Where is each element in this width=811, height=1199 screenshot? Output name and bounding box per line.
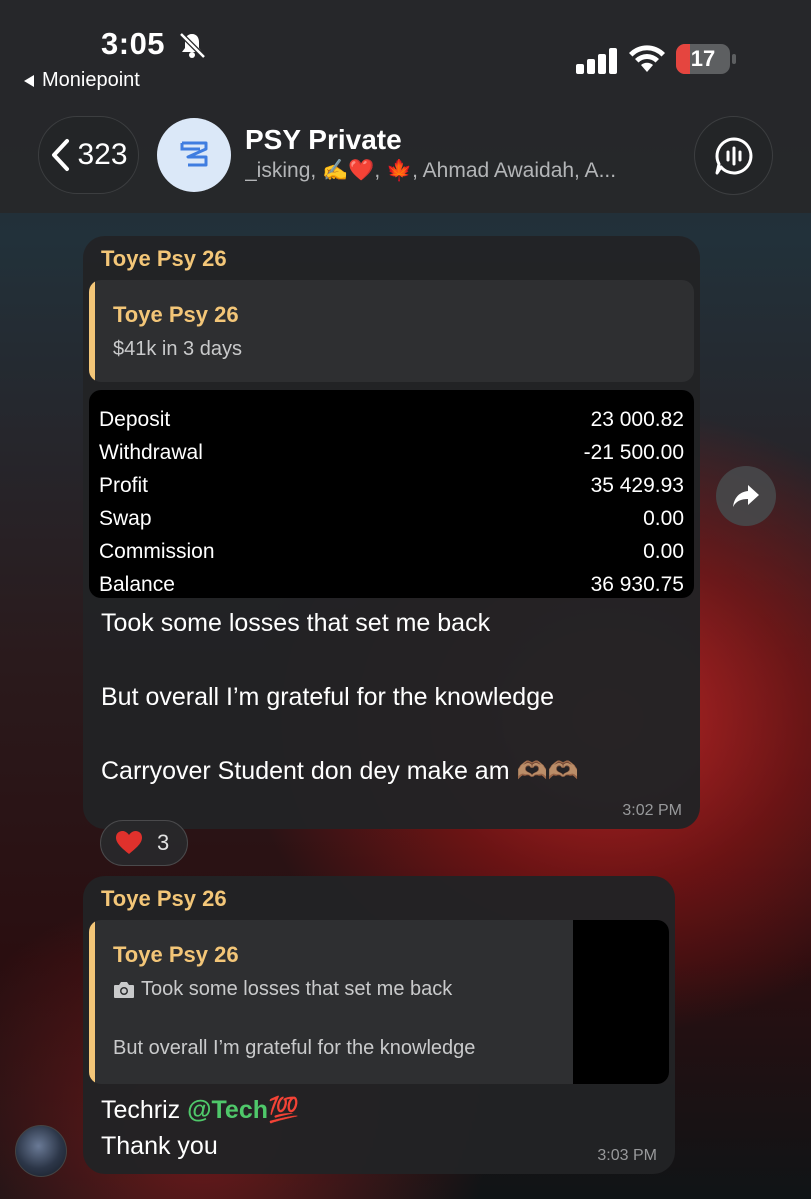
forward-icon <box>733 485 759 507</box>
mention-link[interactable]: @Tech <box>187 1096 268 1124</box>
stat-value: 0.00 <box>643 540 684 563</box>
stat-row: Deposit 23 000.82 <box>99 408 684 441</box>
stat-label: Swap <box>99 507 152 530</box>
camera-icon <box>114 981 134 998</box>
status-time: 3:05 <box>101 26 166 61</box>
unread-count: 323 <box>77 138 128 171</box>
message-time: 3:03 PM <box>597 1147 657 1164</box>
message-text: But overall I’m grateful for the knowled… <box>101 683 555 711</box>
group-avatar-icon <box>180 141 208 167</box>
back-app-label: Moniepoint <box>42 69 140 91</box>
sender-name[interactable]: Toye Psy 26 <box>101 886 227 912</box>
battery-level: 17 <box>690 46 716 71</box>
reply-sender: Toye Psy 26 <box>113 302 239 327</box>
reply-thumbnail <box>573 920 669 1084</box>
sender-avatar[interactable] <box>15 1125 67 1177</box>
back-button[interactable]: 323 <box>38 116 139 194</box>
forward-button[interactable] <box>716 466 776 526</box>
photo-attachment[interactable]: Deposit 23 000.82 Withdrawal -21 500.00 Pr… <box>89 390 694 598</box>
stat-label: Withdrawal <box>99 441 203 464</box>
reaction-count: 3 <box>157 830 170 855</box>
reply-accent-bar <box>89 280 95 382</box>
message-text: Thank you <box>101 1132 218 1160</box>
wifi-icon <box>629 45 665 72</box>
reply-preview[interactable]: Toye Psy 26 Took some losses that set me… <box>89 920 669 1084</box>
stat-value: 0.00 <box>643 507 684 530</box>
voice-chat-icon <box>715 137 752 174</box>
heart-reaction[interactable]: 3 <box>100 820 188 866</box>
message-time: 3:02 PM <box>622 802 682 819</box>
stat-value: -21 500.00 <box>583 441 684 464</box>
message-text: Techriz @Tech💯 <box>101 1096 299 1125</box>
message-bubble[interactable]: Toye Psy 26 Toye Psy 26 $41k in 3 days D… <box>83 236 700 829</box>
hundred-emoji: 💯 <box>268 1096 300 1124</box>
back-to-app-link[interactable]: Moniepoint <box>24 69 140 92</box>
message-bubble[interactable]: Toye Psy 26 Toye Psy 26 Took some losses… <box>83 876 675 1174</box>
stat-value: 35 429.93 <box>590 474 684 497</box>
heart-icon <box>116 831 142 854</box>
chat-members: _isking, ✍️❤️, 🍁, Ahmad Awaidah, A... <box>245 159 617 182</box>
stat-label: Balance <box>99 573 175 596</box>
message-text: Took some losses that set me back <box>101 609 491 637</box>
author-text: Techriz <box>101 1096 188 1124</box>
battery-indicator: 17 <box>676 44 738 74</box>
stat-row: Swap 0.00 <box>99 507 684 540</box>
stat-value: 36 930.75 <box>590 573 684 596</box>
reply-text: But overall I’m grateful for the knowled… <box>113 1037 476 1059</box>
message-text: Carryover Student don dey make am 🫶🏽🫶🏽 <box>101 757 579 785</box>
stat-row: Balance 36 930.75 <box>99 573 684 598</box>
chat-title[interactable]: PSY Private <box>245 124 402 156</box>
chat-header: 3:05 Moniepoint 17 323 PSY Private _iski… <box>0 0 811 213</box>
bell-slash-icon <box>179 32 206 59</box>
reply-accent-bar <box>89 920 95 1084</box>
chevron-left-icon <box>52 139 70 171</box>
stat-row: Profit 35 429.93 <box>99 474 684 507</box>
stat-row: Withdrawal -21 500.00 <box>99 441 684 474</box>
sender-name[interactable]: Toye Psy 26 <box>101 246 227 272</box>
stat-label: Deposit <box>99 408 171 431</box>
stat-label: Profit <box>99 474 149 497</box>
signal-icon <box>576 48 617 74</box>
stat-row: Commission 0.00 <box>99 540 684 573</box>
reply-text-row: Took some losses that set me back <box>113 978 452 1001</box>
reply-text: Took some losses that set me back <box>141 978 453 1000</box>
group-avatar[interactable] <box>157 118 231 192</box>
voice-chat-button[interactable] <box>694 116 773 195</box>
stat-value: 23 000.82 <box>590 408 684 431</box>
reply-preview[interactable]: Toye Psy 26 $41k in 3 days <box>89 280 694 382</box>
back-triangle-icon <box>24 74 34 87</box>
reply-sender: Toye Psy 26 <box>113 942 239 967</box>
reply-text: $41k in 3 days <box>113 338 242 360</box>
stat-label: Commission <box>99 540 215 563</box>
